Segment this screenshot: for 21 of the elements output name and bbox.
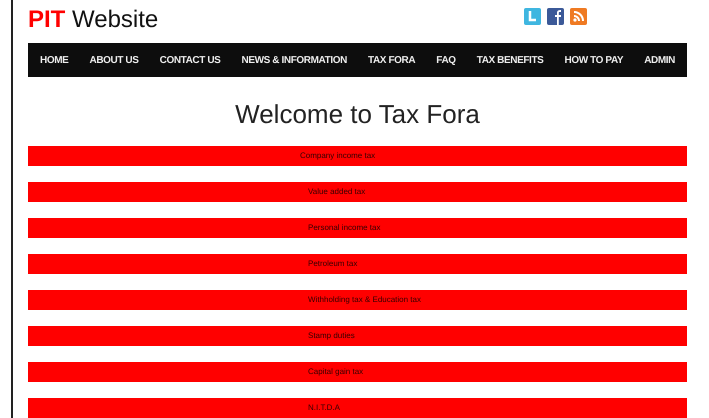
nav-link[interactable]: ADMIN [644, 54, 675, 66]
topic-link[interactable]: Company income tax [28, 146, 687, 166]
nav-link[interactable]: TAX FORA [368, 54, 416, 66]
site-logo[interactable]: PIT Website [28, 6, 158, 34]
page-heading: Welcome to Tax Fora [234, 99, 481, 130]
topic-link[interactable]: Petroleum tax [28, 254, 687, 274]
topic-link[interactable]: Withholding tax & Education tax [28, 290, 687, 310]
nav-link[interactable]: HOME [40, 54, 68, 66]
topic-link[interactable]: Personal income tax [28, 218, 687, 238]
nav-link[interactable]: ABOUT US [90, 54, 139, 66]
topic-link[interactable]: Capital gain tax [28, 362, 687, 382]
nav-link[interactable]: NEWS & INFORMATION [242, 54, 347, 66]
rss-icon[interactable] [570, 8, 587, 25]
topic-link[interactable]: N.I.T.D.A [28, 398, 687, 418]
topic-link[interactable]: Value added tax [28, 182, 687, 202]
facebook-icon[interactable] [547, 8, 564, 25]
nav-link[interactable]: HOW TO PAY [564, 54, 624, 66]
nav-link[interactable]: FAQ [436, 54, 456, 66]
topic-link[interactable]: Stamp duties [28, 326, 687, 346]
nav-link[interactable]: TAX BENEFITS [476, 54, 544, 66]
nav-link[interactable]: CONTACT US [160, 54, 220, 66]
